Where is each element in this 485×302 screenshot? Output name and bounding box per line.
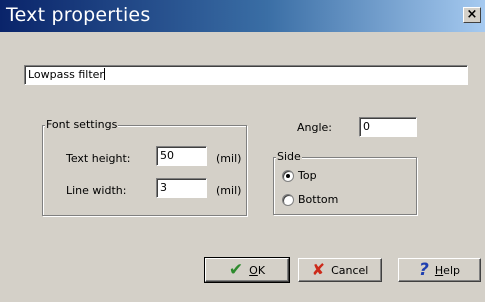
- line-width-label: Line width:: [66, 184, 127, 197]
- title-bar: Text properties ×: [0, 0, 485, 32]
- angle-input[interactable]: 0: [359, 117, 417, 137]
- side-bottom-label[interactable]: Bottom: [298, 193, 338, 207]
- question-icon: ?: [419, 259, 429, 280]
- ok-button[interactable]: ✔ OK: [204, 257, 290, 283]
- ok-label: OK: [249, 263, 266, 277]
- text-height-input[interactable]: 50: [156, 146, 207, 166]
- help-label: Help: [434, 263, 460, 277]
- font-settings-legend: Font settings: [45, 118, 119, 132]
- line-width-input[interactable]: 3: [156, 178, 207, 198]
- side-top-radio[interactable]: [282, 170, 294, 182]
- side-top-label[interactable]: Top: [298, 169, 317, 183]
- text-caret: [103, 68, 105, 80]
- radio-selected-dot: [286, 174, 290, 178]
- text-content-input[interactable]: Lowpass filter: [24, 65, 468, 85]
- text-properties-dialog: Text properties × Lowpass filter Font se…: [0, 0, 485, 302]
- side-legend: Side: [276, 150, 302, 164]
- side-bottom-radio[interactable]: [282, 194, 294, 206]
- cancel-button[interactable]: ✘ Cancel: [298, 258, 382, 282]
- side-group: Side: [273, 150, 417, 215]
- close-button[interactable]: ×: [463, 7, 481, 23]
- text-height-label: Text height:: [66, 152, 131, 165]
- x-icon: ✘: [311, 260, 326, 279]
- cancel-label: Cancel: [331, 263, 369, 277]
- line-width-unit: (mil): [216, 184, 242, 197]
- text-height-value: 50: [160, 149, 174, 162]
- angle-value: 0: [363, 120, 370, 133]
- help-button[interactable]: ? Help: [398, 258, 481, 282]
- font-settings-group: Font settings: [42, 118, 247, 216]
- line-width-value: 3: [160, 181, 167, 194]
- close-icon: ×: [466, 7, 478, 22]
- angle-label: Angle:: [297, 121, 333, 134]
- text-content-value: Lowpass filter: [28, 68, 104, 81]
- text-height-unit: (mil): [216, 152, 242, 165]
- check-icon: ✔: [228, 259, 244, 280]
- window-title: Text properties: [6, 4, 151, 26]
